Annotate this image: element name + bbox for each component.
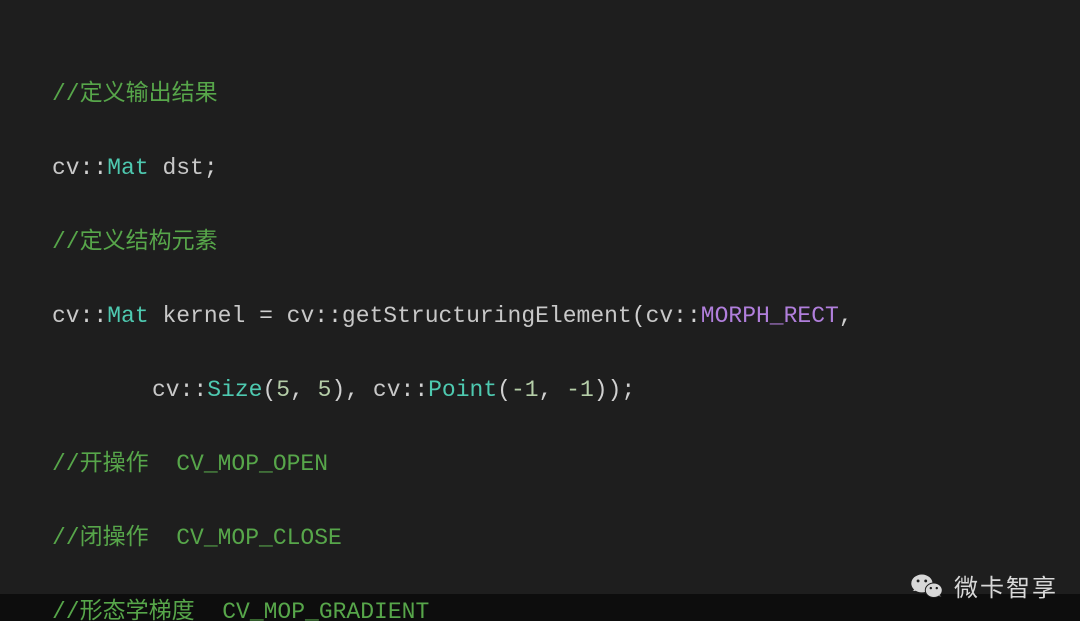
constant: MORPH_RECT	[701, 303, 839, 329]
watermark: 微卡智享	[910, 568, 1058, 603]
number: -1	[511, 377, 539, 403]
code-line: cv::Size(5, 5), cv::Point(-1, -1));	[0, 372, 1080, 409]
scope-op: ::	[401, 377, 429, 403]
equals: =	[259, 303, 287, 329]
comma: ,	[539, 377, 567, 403]
scope-op: ::	[673, 303, 701, 329]
namespace: cv	[152, 377, 180, 403]
scope-op: ::	[314, 303, 342, 329]
number: -1	[566, 377, 594, 403]
type: Point	[428, 377, 497, 403]
namespace: cv	[287, 303, 315, 329]
watermark-text: 微卡智享	[954, 568, 1058, 603]
comment: //开操作 CV_MOP_OPEN	[52, 451, 328, 477]
comment: //形态学梯度 CV_MOP_GRADIENT	[52, 599, 429, 621]
code-line: cv::Mat dst;	[0, 150, 1080, 187]
code-line: cv::Mat kernel = cv::getStructuringEleme…	[0, 298, 1080, 335]
scope-op: ::	[80, 303, 108, 329]
paren: ),	[331, 377, 372, 403]
paren: ));	[594, 377, 635, 403]
comment: //定义结构元素	[52, 229, 218, 255]
type: Mat	[107, 303, 148, 329]
type: Size	[207, 377, 262, 403]
variable: kernel	[149, 303, 259, 329]
paren: (	[497, 377, 511, 403]
namespace: cv	[646, 303, 674, 329]
semicolon: ;	[204, 155, 218, 181]
scope-op: ::	[180, 377, 208, 403]
comment: //闭操作 CV_MOP_CLOSE	[52, 525, 342, 551]
number: 5	[276, 377, 290, 403]
code-block: //定义输出结果 cv::Mat dst; //定义结构元素 cv::Mat k…	[0, 0, 1080, 621]
paren: (	[632, 303, 646, 329]
comment: //定义输出结果	[52, 81, 218, 107]
code-line: //闭操作 CV_MOP_CLOSE	[0, 520, 1080, 557]
namespace: cv	[52, 155, 80, 181]
code-line: //定义结构元素	[0, 224, 1080, 261]
type: Mat	[107, 155, 148, 181]
paren: (	[262, 377, 276, 403]
namespace: cv	[52, 303, 80, 329]
number: 5	[318, 377, 332, 403]
comma: ,	[839, 303, 867, 329]
scope-op: ::	[80, 155, 108, 181]
wechat-icon	[910, 569, 944, 603]
variable: dst	[149, 155, 204, 181]
comma: ,	[290, 377, 318, 403]
function-call: getStructuringElement	[342, 303, 632, 329]
code-line: //开操作 CV_MOP_OPEN	[0, 446, 1080, 483]
code-line: //定义输出结果	[0, 76, 1080, 113]
namespace: cv	[373, 377, 401, 403]
